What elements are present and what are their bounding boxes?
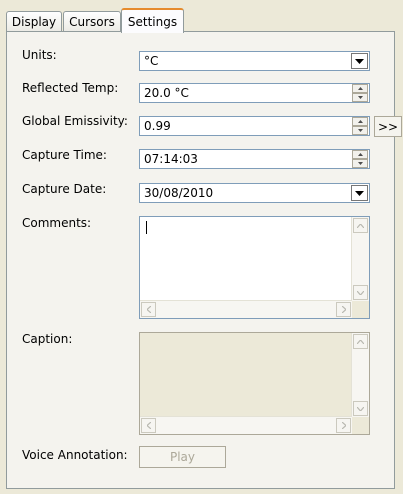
play-button-label: Play [169,450,196,464]
arrow-right-icon [341,306,346,313]
reflected-temp-value: 20.0 °C [144,86,189,100]
scrollbar-corner [352,417,369,434]
arrow-down-icon [357,129,363,132]
arrow-left-icon [146,306,151,313]
scroll-down-button[interactable] [353,285,368,300]
comments-textarea[interactable] [139,216,370,319]
units-select[interactable]: °C [139,51,370,71]
capture-time-spinbox[interactable]: 07:14:03 [139,149,370,169]
reflected-temp-label: Reflected Temp: [22,81,119,95]
reflected-temp-decrement-button[interactable] [352,93,368,102]
scroll-up-button[interactable] [353,334,368,349]
scroll-up-button[interactable] [353,218,368,233]
emissivity-more-button[interactable]: >> [374,116,402,137]
caption-label: Caption: [22,332,73,346]
tab-settings[interactable]: Settings [121,8,184,33]
global-emissivity-value: 0.99 [144,119,171,133]
chevron-down-icon [355,190,364,196]
arrow-down-icon [357,406,364,411]
reflected-temp-spinbox[interactable]: 20.0 °C [139,83,370,103]
tab-settings-label: Settings [127,14,178,29]
reflected-temp-increment-button[interactable] [352,84,368,93]
scroll-left-button[interactable] [141,302,156,317]
capture-date-dropdown-button[interactable] [351,185,368,201]
scrollbar-corner [352,301,369,318]
tab-strip: Display Cursors Settings [6,8,396,33]
scroll-down-button[interactable] [353,401,368,416]
scroll-right-button[interactable] [336,418,351,433]
arrow-up-icon [357,120,363,123]
capture-date-label: Capture Date: [22,182,107,196]
global-emissivity-spinner [352,117,368,135]
caption-textarea[interactable] [139,332,370,435]
arrow-up-icon [357,153,363,156]
arrow-up-icon [357,87,363,90]
global-emissivity-increment-button[interactable] [352,117,368,126]
capture-time-value: 07:14:03 [144,152,198,166]
scroll-left-button[interactable] [141,418,156,433]
arrow-down-icon [357,162,363,165]
tab-cursors[interactable]: Cursors [63,11,121,31]
tab-display[interactable]: Display [6,11,62,31]
arrow-right-icon [341,422,346,429]
comments-horizontal-scrollbar[interactable] [140,300,352,318]
arrow-down-icon [357,290,364,295]
text-cursor [146,221,147,234]
arrow-left-icon [146,422,151,429]
capture-time-decrement-button[interactable] [352,159,368,168]
capture-time-label: Capture Time: [22,148,107,162]
capture-time-spinner [352,150,368,168]
comments-vertical-scrollbar[interactable] [351,217,369,301]
chevron-down-icon [355,58,364,64]
units-dropdown-button[interactable] [351,53,368,69]
arrow-down-icon [357,96,363,99]
capture-time-increment-button[interactable] [352,150,368,159]
capture-date-value: 30/08/2010 [144,186,214,200]
tab-cursors-label: Cursors [69,14,115,29]
global-emissivity-label: Global Emissivity: [22,114,128,128]
play-button[interactable]: Play [139,446,226,468]
tab-display-label: Display [11,14,57,29]
arrow-up-icon [357,223,364,228]
global-emissivity-spinbox[interactable]: 0.99 [139,116,370,136]
reflected-temp-spinner [352,84,368,102]
units-value: °C [144,54,159,68]
comments-label: Comments: [22,216,92,230]
voice-annotation-label: Voice Annotation: [22,448,128,462]
caption-horizontal-scrollbar[interactable] [140,416,352,434]
caption-vertical-scrollbar[interactable] [351,333,369,417]
arrow-up-icon [357,339,364,344]
global-emissivity-decrement-button[interactable] [352,126,368,135]
scroll-right-button[interactable] [336,302,351,317]
units-label: Units: [22,48,57,62]
capture-date-picker[interactable]: 30/08/2010 [139,183,370,203]
emissivity-more-label: >> [377,119,399,134]
